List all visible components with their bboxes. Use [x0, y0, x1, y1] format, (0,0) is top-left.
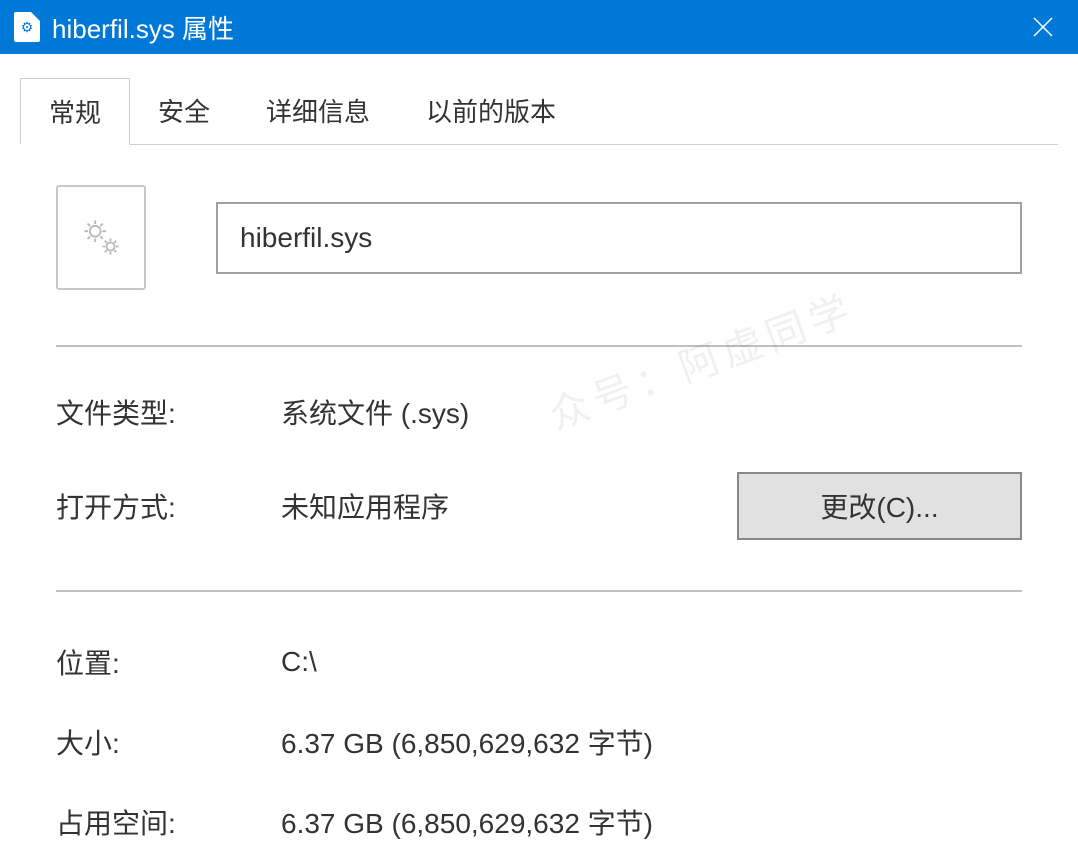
filename-input[interactable] — [216, 202, 1022, 274]
prop-location: 位置: C:\ — [56, 642, 1022, 682]
size-label: 大小: — [56, 722, 281, 762]
size-on-disk-label: 占用空间: — [56, 802, 281, 842]
title-bar: ⚙ hiberfil.sys 属性 — [0, 0, 1078, 54]
tab-details[interactable]: 详细信息 — [238, 78, 398, 144]
tab-security[interactable]: 安全 — [130, 78, 238, 144]
content-area: 常规 安全 详细信息 以前的版本 文件类型: 系统文件 ( — [0, 54, 1078, 842]
tab-content-general: 文件类型: 系统文件 (.sys) 打开方式: 未知应用程序 更改(C)... … — [20, 145, 1058, 842]
tab-previous-versions[interactable]: 以前的版本 — [398, 78, 584, 144]
file-type-icon — [56, 185, 146, 290]
prop-open-with: 打开方式: 未知应用程序 更改(C)... — [56, 472, 1022, 592]
file-type-label: 文件类型: — [56, 392, 281, 432]
change-button[interactable]: 更改(C)... — [737, 472, 1022, 540]
file-header — [56, 185, 1022, 347]
open-with-label: 打开方式: — [56, 486, 281, 526]
title-bar-left: ⚙ hiberfil.sys 属性 — [14, 9, 234, 46]
size-on-disk-value: 6.37 GB (6,850,629,632 字节) — [281, 802, 1022, 842]
location-value: C:\ — [281, 646, 1022, 678]
gear-icon: ⚙ — [21, 19, 34, 36]
gear-icon — [79, 215, 124, 260]
open-with-value: 未知应用程序 — [281, 486, 737, 526]
location-label: 位置: — [56, 642, 281, 682]
title-bar-file-icon: ⚙ — [14, 12, 40, 42]
close-icon — [1032, 16, 1054, 38]
window-title: hiberfil.sys 属性 — [52, 9, 234, 46]
tab-general[interactable]: 常规 — [20, 78, 130, 145]
size-value: 6.37 GB (6,850,629,632 字节) — [281, 722, 1022, 762]
tabs: 常规 安全 详细信息 以前的版本 — [20, 78, 1058, 145]
close-button[interactable] — [1008, 0, 1078, 54]
file-type-value: 系统文件 (.sys) — [281, 392, 1022, 432]
properties-section: 文件类型: 系统文件 (.sys) 打开方式: 未知应用程序 更改(C)... … — [56, 347, 1022, 842]
prop-size: 大小: 6.37 GB (6,850,629,632 字节) — [56, 722, 1022, 762]
prop-file-type: 文件类型: 系统文件 (.sys) — [56, 392, 1022, 432]
prop-size-on-disk: 占用空间: 6.37 GB (6,850,629,632 字节) — [56, 802, 1022, 842]
